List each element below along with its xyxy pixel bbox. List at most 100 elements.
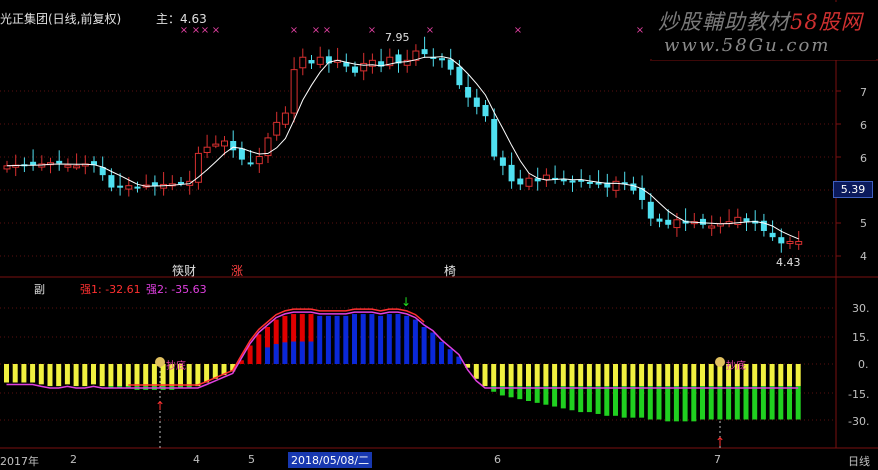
sub-bar-yellow[interactable] (778, 364, 784, 386)
sub-bar-blue[interactable] (282, 342, 288, 364)
sub-bar[interactable] (247, 345, 253, 365)
sub-bar-green[interactable] (769, 386, 775, 420)
candle-up[interactable] (612, 180, 620, 191)
candle-down[interactable] (769, 232, 776, 238)
sub-bar[interactable] (317, 315, 323, 364)
sub-bar-green[interactable] (656, 386, 662, 420)
sub-bar[interactable] (404, 315, 410, 364)
sub-bar-yellow[interactable] (125, 364, 131, 386)
candle-down[interactable] (108, 175, 115, 188)
sub-bar-yellow[interactable] (30, 364, 36, 383)
candle-up[interactable] (795, 241, 803, 245)
candle-down[interactable] (700, 218, 706, 225)
sub-bar-yellow[interactable] (708, 364, 714, 386)
candle-up[interactable] (290, 69, 298, 114)
sub-bar-green[interactable] (630, 386, 636, 418)
sub-bar[interactable] (352, 314, 357, 364)
sub-bar-yellow[interactable] (517, 364, 523, 386)
sub-bar-green[interactable] (743, 386, 749, 420)
candle-down[interactable] (447, 59, 454, 70)
sub-bar-yellow[interactable] (717, 364, 723, 386)
sub-bar-yellow[interactable] (21, 364, 27, 383)
sub-bar-yellow[interactable] (665, 364, 671, 386)
sub-bar-blue[interactable] (299, 341, 305, 364)
candle-up[interactable] (542, 174, 550, 180)
candle-down[interactable] (117, 185, 124, 188)
sub-bar-green[interactable] (552, 386, 558, 407)
sub-bar-yellow[interactable] (151, 364, 157, 386)
sub-bar-yellow[interactable] (752, 364, 758, 386)
candle-up[interactable] (3, 165, 11, 170)
sub-bar-yellow[interactable] (656, 364, 662, 386)
sub-bar-yellow[interactable] (56, 364, 62, 386)
sub-bar-yellow[interactable] (682, 364, 688, 386)
sub-bar-green[interactable] (760, 386, 766, 420)
sub-bar[interactable] (334, 315, 340, 364)
candle-up[interactable] (64, 164, 72, 168)
candle-down[interactable] (656, 218, 663, 222)
sub-bar-blue[interactable] (308, 341, 314, 364)
candle-up[interactable] (125, 185, 133, 190)
sub-bar-yellow[interactable] (91, 364, 96, 385)
candle-up[interactable] (221, 140, 228, 147)
sub-bar-green[interactable] (778, 386, 784, 420)
sub-bar-green[interactable] (647, 386, 653, 420)
sub-bar-yellow[interactable] (569, 364, 575, 386)
sub-bar-yellow[interactable] (586, 364, 592, 386)
sub-bar-green[interactable] (595, 386, 601, 414)
candle-down[interactable] (586, 181, 593, 184)
sub-bar-yellow[interactable] (769, 364, 775, 386)
sub-bar-yellow[interactable] (82, 364, 88, 386)
sub-bar-yellow[interactable] (526, 364, 531, 386)
candle-up[interactable] (212, 143, 220, 147)
sub-bar-blue[interactable] (273, 344, 279, 364)
candle-up[interactable] (255, 156, 263, 165)
sub-bar-blue[interactable] (265, 347, 270, 364)
sub-bar[interactable] (343, 315, 349, 364)
candle-down[interactable] (308, 60, 315, 64)
sub-bar-green[interactable] (665, 386, 671, 422)
sub-bar-yellow[interactable] (543, 364, 549, 386)
sub-bar-yellow[interactable] (160, 364, 166, 386)
candle-down[interactable] (238, 148, 245, 160)
sub-bar-yellow[interactable] (491, 364, 497, 386)
sub-bar-green[interactable] (752, 386, 758, 420)
sub-bar-green[interactable] (787, 386, 792, 420)
sub-bar-green[interactable] (726, 386, 732, 420)
candle-up[interactable] (786, 241, 794, 245)
sub-bar-green[interactable] (578, 386, 584, 413)
candle-down[interactable] (439, 58, 445, 61)
sub-bar-green[interactable] (613, 386, 618, 416)
sub-bar-yellow[interactable] (552, 364, 558, 386)
sub-bar-yellow[interactable] (787, 364, 792, 386)
sub-bar-yellow[interactable] (508, 364, 514, 386)
sub-bar-yellow[interactable] (117, 364, 123, 386)
sub-bar-yellow[interactable] (204, 364, 210, 383)
sub-bar[interactable] (360, 314, 366, 364)
sub-bar-green[interactable] (569, 386, 575, 411)
sub-bar-yellow[interactable] (578, 364, 584, 386)
candle-up[interactable] (708, 225, 716, 229)
candle-down[interactable] (56, 160, 63, 164)
candle-up[interactable] (194, 152, 202, 183)
sub-bar-yellow[interactable] (691, 364, 697, 386)
candle-down[interactable] (630, 183, 637, 191)
candle-up[interactable] (203, 146, 211, 153)
candle-down[interactable] (482, 105, 489, 117)
candle-up[interactable] (273, 121, 281, 136)
candle-down[interactable] (639, 187, 646, 200)
candle-down[interactable] (499, 157, 506, 166)
sub-bar-green[interactable] (639, 386, 645, 418)
sub-bar-yellow[interactable] (38, 364, 44, 385)
sub-bar-yellow[interactable] (473, 364, 479, 379)
candle-up[interactable] (281, 112, 289, 125)
sub-bar-green[interactable] (795, 386, 801, 420)
candle-up[interactable] (316, 56, 324, 65)
sub-bar-yellow[interactable] (143, 364, 149, 386)
candle-down[interactable] (134, 186, 141, 189)
sub-bar-yellow[interactable] (595, 364, 601, 386)
sub-bar-yellow[interactable] (604, 364, 610, 386)
sub-bar[interactable] (256, 334, 262, 364)
sub-bar-yellow[interactable] (613, 364, 618, 386)
sub-bar-yellow[interactable] (673, 364, 679, 386)
